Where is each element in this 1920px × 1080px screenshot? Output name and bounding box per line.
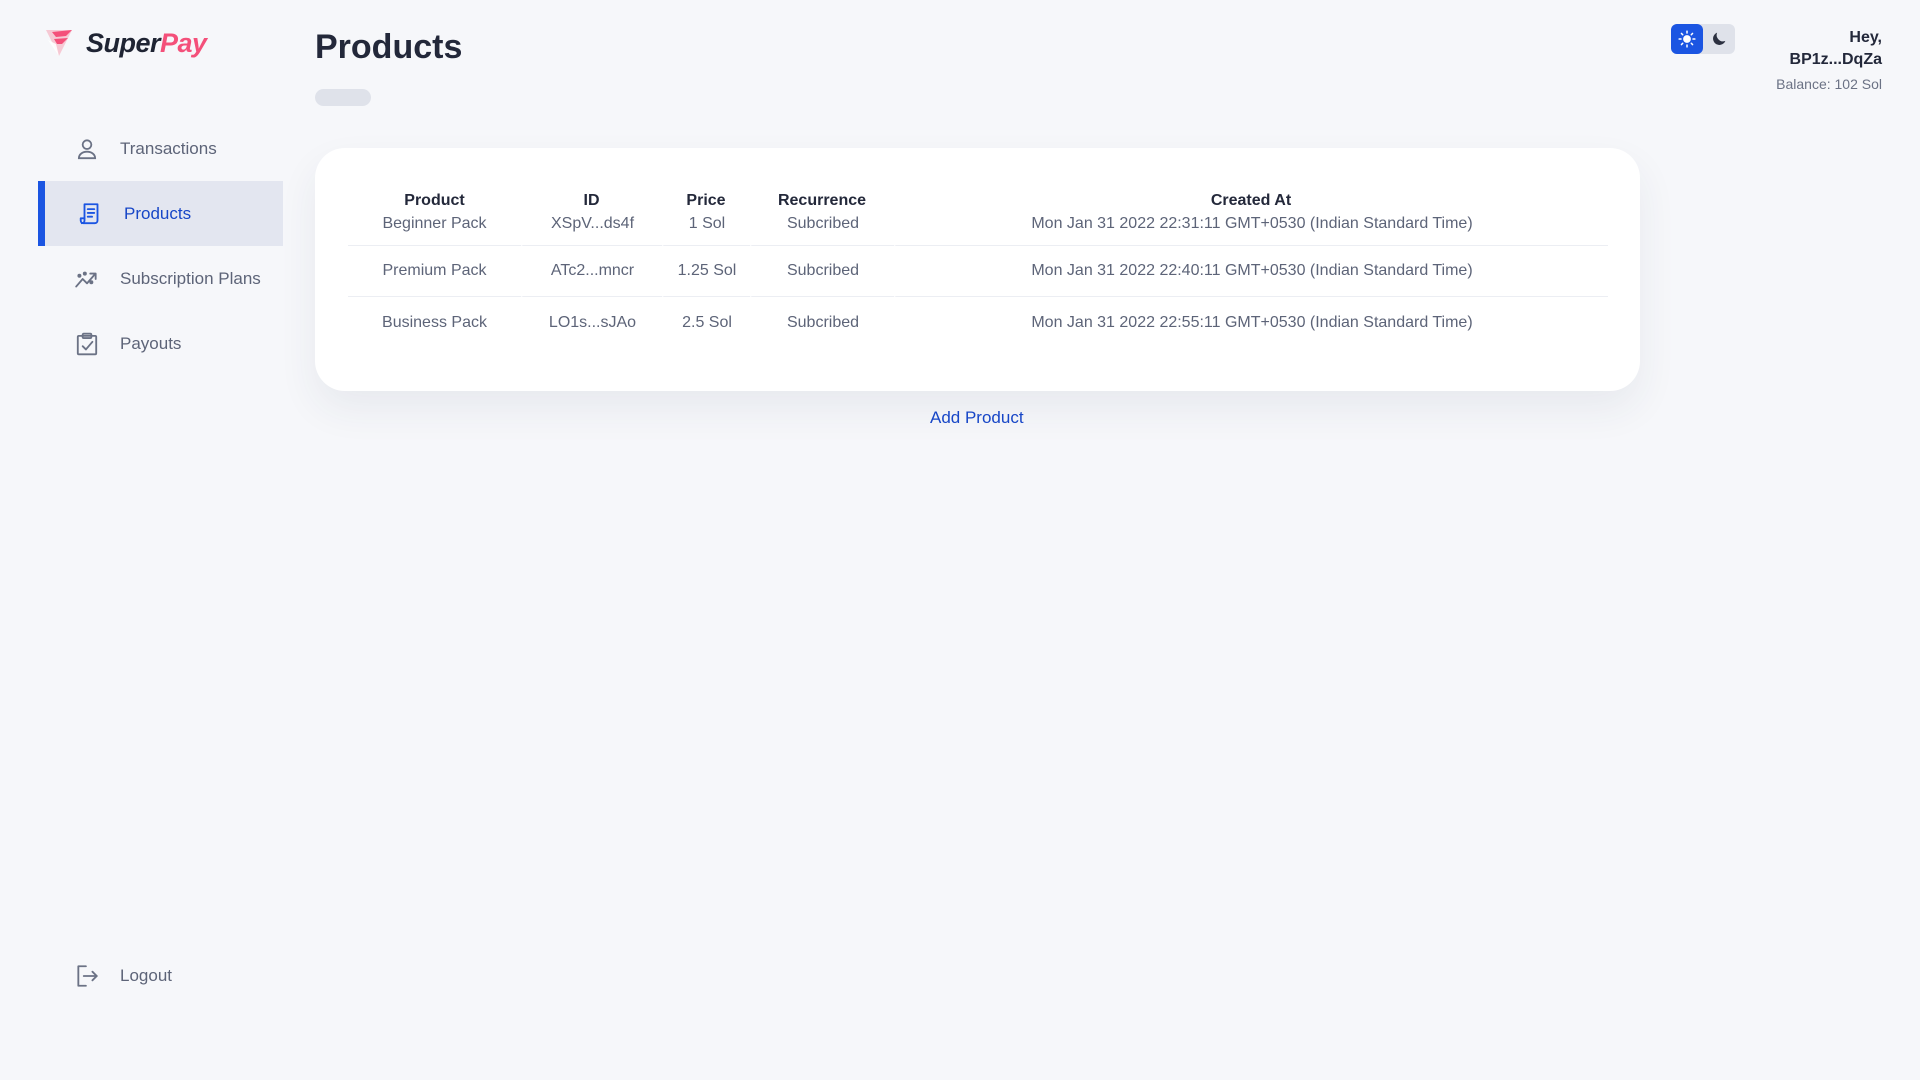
- dark-mode-button[interactable]: [1703, 24, 1735, 54]
- cell-created-at: Mon Jan 31 2022 22:40:11 GMT+0530 (India…: [894, 246, 1608, 297]
- moon-icon: [1713, 32, 1726, 45]
- cell-product: Beginner Pack: [348, 212, 521, 246]
- wallet-balance: Balance: 102 Sol: [1776, 76, 1882, 92]
- wallet-address: BP1z...DqZa: [1789, 51, 1882, 68]
- sidebar-item-label: Transactions: [120, 138, 217, 158]
- column-header-price: Price: [686, 192, 726, 209]
- cell-created-at: Mon Jan 31 2022 22:55:11 GMT+0530 (India…: [894, 297, 1608, 348]
- sidebar-item-products[interactable]: Products: [38, 181, 283, 246]
- page-title: Products: [315, 28, 463, 66]
- logout-label: Logout: [120, 966, 172, 985]
- sidebar-item-label: Payouts: [120, 333, 182, 353]
- cell-product: Business Pack: [382, 313, 487, 331]
- products-table: Product ID Price Recurrence Created At B…: [348, 178, 1608, 348]
- user-greeting: Hey,: [1849, 29, 1882, 46]
- column-header-product: Product: [404, 192, 465, 209]
- products-card: Product ID Price Recurrence Created At B…: [315, 148, 1640, 391]
- sidebar: SuperPay Transactions Products Subscript…: [0, 0, 283, 1080]
- receipt-icon: [79, 202, 99, 224]
- column-header-id: ID: [583, 192, 600, 209]
- cell-product: Premium Pack: [348, 246, 521, 297]
- trending-icon: [75, 271, 97, 288]
- cell-created-at: Mon Jan 31 2022 22:31:11 GMT+0530 (India…: [894, 212, 1608, 246]
- clipboard-check-icon: [76, 332, 98, 355]
- superpay-logo-icon: [46, 30, 72, 56]
- column-header-recurrence: Recurrence: [777, 192, 867, 209]
- column-header-created-at: Created At: [1210, 192, 1292, 209]
- cell-id: ATc2...mncr: [521, 246, 662, 297]
- loading-placeholder: [315, 89, 371, 106]
- sidebar-nav: Transactions Products Subscription Plans…: [38, 116, 283, 376]
- add-product-link[interactable]: Add Product: [930, 408, 1024, 428]
- cell-id: LO1s...sJAo: [521, 297, 662, 348]
- brand-name: SuperPay: [86, 27, 207, 58]
- table-header-row: Product ID Price Recurrence Created At: [348, 178, 1608, 212]
- cell-id: XSpV...ds4f: [521, 212, 662, 246]
- sun-icon: [1678, 30, 1696, 48]
- cell-price: 2.5 Sol: [662, 297, 750, 348]
- logout-button[interactable]: Logout: [74, 963, 172, 989]
- app-root: SuperPay Transactions Products Subscript…: [0, 0, 1920, 1080]
- sidebar-item-subscription-plans[interactable]: Subscription Plans: [38, 246, 283, 311]
- table-row: Beginner Pack XSpV...ds4f 1 Sol Subcribe…: [348, 212, 1608, 246]
- cell-recurrence: Subcribed: [750, 297, 894, 348]
- sidebar-item-label: Subscription Plans: [120, 268, 261, 288]
- cell-recurrence: Subcribed: [750, 212, 894, 246]
- table-row: Premium Pack ATc2...mncr 1.25 Sol Subcri…: [348, 246, 1608, 297]
- theme-toggle: [1671, 24, 1735, 54]
- brand-logo-link[interactable]: SuperPay: [42, 26, 207, 60]
- table-row: Business Pack LO1s...sJAo 2.5 Sol Subcri…: [348, 297, 1608, 348]
- cell-recurrence: Subcribed: [750, 246, 894, 297]
- sidebar-item-label: Products: [124, 203, 192, 223]
- user-info: Hey, BP1z...DqZa Balance: 102 Sol: [1776, 27, 1882, 92]
- cell-price: 1.25 Sol: [662, 246, 750, 297]
- sidebar-item-payouts[interactable]: Payouts: [38, 311, 283, 376]
- light-mode-button[interactable]: [1671, 24, 1703, 54]
- user-icon: [77, 138, 97, 159]
- logout-icon: [77, 965, 98, 987]
- sidebar-item-transactions[interactable]: Transactions: [38, 116, 283, 181]
- cell-price: 1 Sol: [662, 212, 750, 246]
